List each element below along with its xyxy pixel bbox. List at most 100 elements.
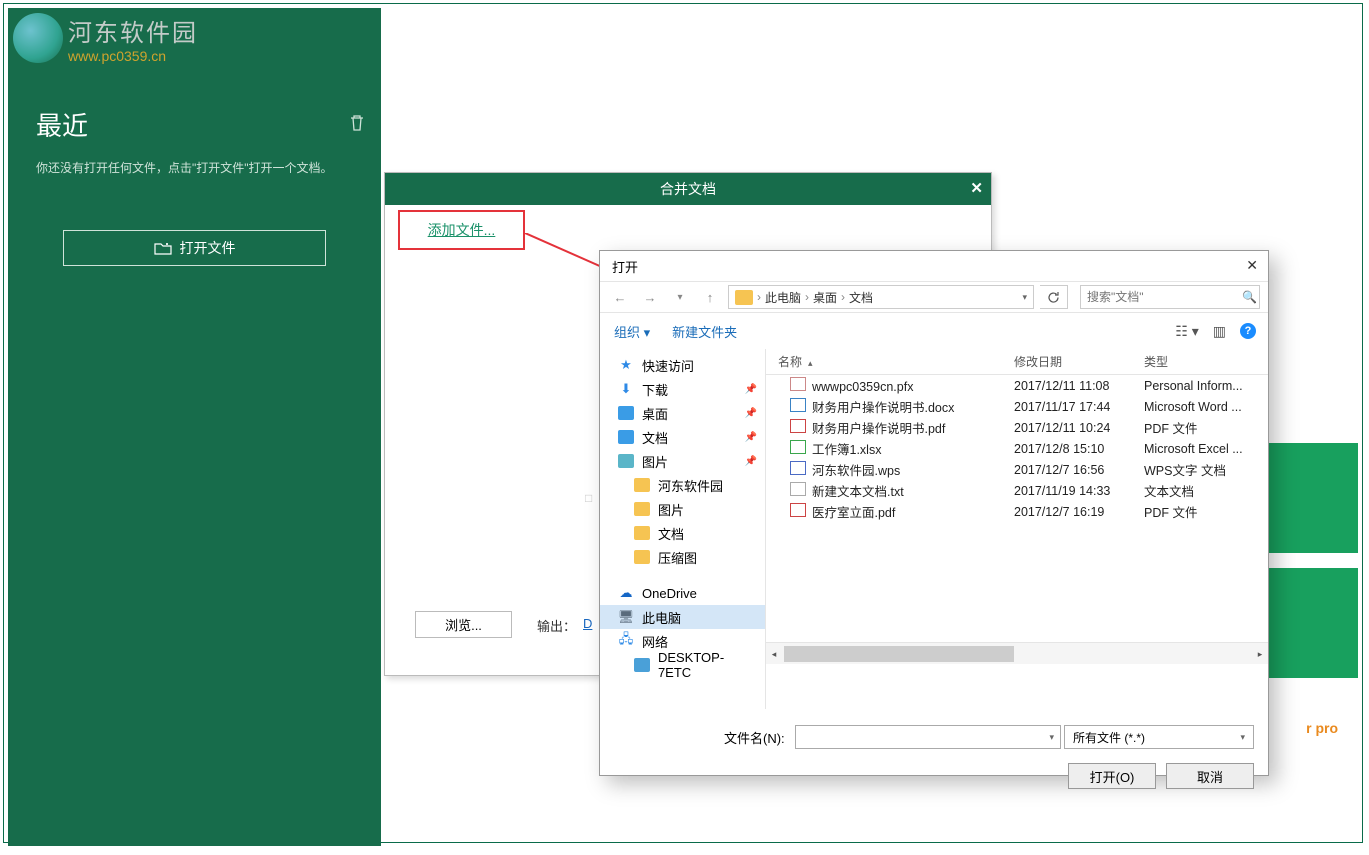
search-icon[interactable]: 🔍 (1242, 290, 1257, 304)
file-row[interactable]: 新建文本文档.txt2017/11/19 14:33文本文档 (766, 480, 1268, 501)
nav-forward-icon[interactable]: → (638, 285, 662, 309)
file-date: 2017/12/7 16:19 (1014, 505, 1144, 519)
organize-menu[interactable]: 组织 ▾ (614, 322, 650, 341)
merge-close-icon[interactable]: ✕ (970, 179, 983, 197)
output-label: 输出： (537, 616, 576, 635)
col-type-header[interactable]: 类型 (1144, 353, 1268, 370)
file-dialog-title: 打开 (612, 257, 638, 276)
file-row[interactable]: wwwpc0359cn.pfx2017/12/11 11:08Personal … (766, 375, 1268, 396)
tree-item[interactable]: DESKTOP-7ETC (600, 653, 765, 677)
file-dialog-titlebar: 打开 ✕ (600, 251, 1268, 281)
tree-item[interactable]: 河东软件园 (600, 473, 765, 497)
file-type: Microsoft Excel ... (1144, 442, 1268, 456)
recent-title: 最近 (36, 106, 88, 143)
refresh-icon[interactable] (1040, 285, 1068, 309)
filter-label: 所有文件 (*.*) (1073, 729, 1145, 746)
file-row[interactable]: 财务用户操作说明书.docx2017/11/17 17:44Microsoft … (766, 396, 1268, 417)
filename-dropdown-icon[interactable]: ▾ (1049, 732, 1054, 743)
file-type: WPS文字 文档 (1144, 460, 1268, 479)
file-type: PDF 文件 (1144, 502, 1268, 521)
browse-button[interactable]: 浏览... (415, 611, 512, 638)
tree-item-label: OneDrive (642, 586, 697, 601)
col-name-header[interactable]: 名称▴ (766, 353, 1014, 370)
folder-icon (735, 290, 753, 305)
add-files-highlight: 添加文件... (398, 210, 525, 250)
tree-item-label: 图片 (642, 452, 668, 471)
file-dialog-close-icon[interactable]: ✕ (1246, 257, 1258, 274)
file-date: 2017/12/11 11:08 (1014, 379, 1144, 393)
col-date-header[interactable]: 修改日期 (1014, 353, 1144, 370)
file-row[interactable]: 河东软件园.wps 2017/12/7 16:56WPS文字 文档 (766, 459, 1268, 480)
scroll-right-icon[interactable]: ▸ (1252, 646, 1268, 662)
tree-item[interactable]: ⬇ 下载 📌 (600, 377, 765, 401)
file-date: 2017/11/17 17:44 (1014, 400, 1144, 414)
nav-back-icon[interactable]: ← (608, 285, 632, 309)
filename-input[interactable] (795, 725, 1062, 749)
watermark-icon (13, 13, 63, 63)
net-icon: 🖧 (618, 634, 634, 648)
folder-icon (634, 550, 650, 564)
breadcrumb-item[interactable]: 桌面 (813, 289, 837, 306)
tree-item[interactable]: 文档📌 (600, 425, 765, 449)
tree-item-label: 下载 (642, 380, 668, 399)
cancel-button[interactable]: 取消 (1166, 763, 1254, 789)
nav-up-icon[interactable]: ↑ (698, 285, 722, 309)
watermark-title: 河东软件园 (68, 13, 198, 48)
breadcrumb-item[interactable]: 文档 (849, 289, 873, 306)
file-row[interactable]: 工作簿1.xlsx2017/12/8 15:10Microsoft Excel … (766, 438, 1268, 459)
folder-tree[interactable]: ★快速访问⬇下载📌桌面📌文档📌图片📌河东软件园图片文档压缩图☁OneDrive🖥… (600, 349, 766, 709)
open-file-button[interactable]: 打开文件 (63, 230, 326, 266)
search-input[interactable] (1087, 290, 1242, 304)
file-type-icon (790, 419, 806, 433)
folder-icon (634, 526, 650, 540)
tree-item-label: 文档 (658, 524, 684, 543)
preview-pane-icon[interactable]: ▥ (1213, 323, 1226, 340)
tree-item[interactable]: 压缩图 (600, 545, 765, 569)
desk-icon (618, 406, 634, 420)
nav-recent-icon[interactable]: ▾ (668, 285, 692, 309)
tree-item[interactable]: 图片📌 (600, 449, 765, 473)
tree-item[interactable]: ★快速访问 (600, 353, 765, 377)
file-row[interactable]: 财务用户操作说明书.pdf2017/12/11 10:24PDF 文件 (766, 417, 1268, 438)
output-path-link[interactable]: D (583, 616, 592, 631)
tree-item[interactable]: 🖥此电脑 (600, 605, 765, 629)
tree-item[interactable]: 图片 (600, 497, 765, 521)
file-dialog-navbar: ← → ▾ ↑ › 此电脑 › 桌面 › 文档 ▾ 🔍 (600, 281, 1268, 313)
file-date: 2017/12/7 16:56 (1014, 463, 1144, 477)
dl-icon: ⬇ (618, 382, 634, 396)
search-box[interactable]: 🔍 (1080, 285, 1260, 309)
merge-dialog-header: 合并文档 ✕ (385, 173, 991, 205)
file-type-icon (790, 482, 806, 496)
address-dropdown-icon[interactable]: ▾ (1022, 292, 1027, 303)
tree-item[interactable]: 桌面📌 (600, 401, 765, 425)
file-type-filter[interactable]: 所有文件 (*.*) ▾ (1064, 725, 1254, 749)
view-mode-icon[interactable]: ☷ ▾ (1175, 323, 1198, 340)
add-files-link[interactable]: 添加文件... (428, 220, 496, 240)
scroll-left-icon[interactable]: ◂ (766, 646, 782, 662)
tree-item-label: 压缩图 (658, 548, 697, 567)
star-icon: ★ (618, 358, 634, 372)
file-type-icon (790, 398, 806, 412)
file-open-dialog: 打开 ✕ ← → ▾ ↑ › 此电脑 › 桌面 › 文档 ▾ (599, 250, 1269, 776)
cloud-icon: ☁ (618, 586, 634, 600)
breadcrumb-item[interactable]: 此电脑 (765, 289, 801, 306)
horizontal-scrollbar[interactable]: ◂ ▸ (766, 642, 1268, 664)
open-button[interactable]: 打开(O) (1068, 763, 1156, 789)
new-folder-button[interactable]: 新建文件夹 (672, 322, 737, 341)
scrollbar-thumb[interactable] (784, 646, 1014, 662)
file-dialog-body: ★快速访问⬇下载📌桌面📌文档📌图片📌河东软件园图片文档压缩图☁OneDrive🖥… (600, 349, 1268, 709)
trash-icon[interactable] (348, 113, 366, 133)
help-icon[interactable]: ? (1240, 323, 1256, 339)
file-type: Microsoft Word ... (1144, 400, 1268, 414)
file-date: 2017/12/8 15:10 (1014, 442, 1144, 456)
address-bar[interactable]: › 此电脑 › 桌面 › 文档 ▾ (728, 285, 1034, 309)
tree-item[interactable]: ☁ OneDrive (600, 581, 765, 605)
sidebar: 河东软件园 www.pc0359.cn 最近 你还没有打开任何文件，点击"打开文… (8, 8, 381, 846)
pin-icon: 📌 (745, 384, 757, 395)
file-name: 河东软件园.wps (812, 464, 900, 478)
file-name: 财务用户操作说明书.pdf (812, 422, 945, 436)
file-date: 2017/11/19 14:33 (1014, 484, 1144, 498)
file-name: 医疗室立面.pdf (812, 506, 895, 520)
tree-item[interactable]: 文档 (600, 521, 765, 545)
file-row[interactable]: 医疗室立面.pdf 2017/12/7 16:19PDF 文件 (766, 501, 1268, 522)
